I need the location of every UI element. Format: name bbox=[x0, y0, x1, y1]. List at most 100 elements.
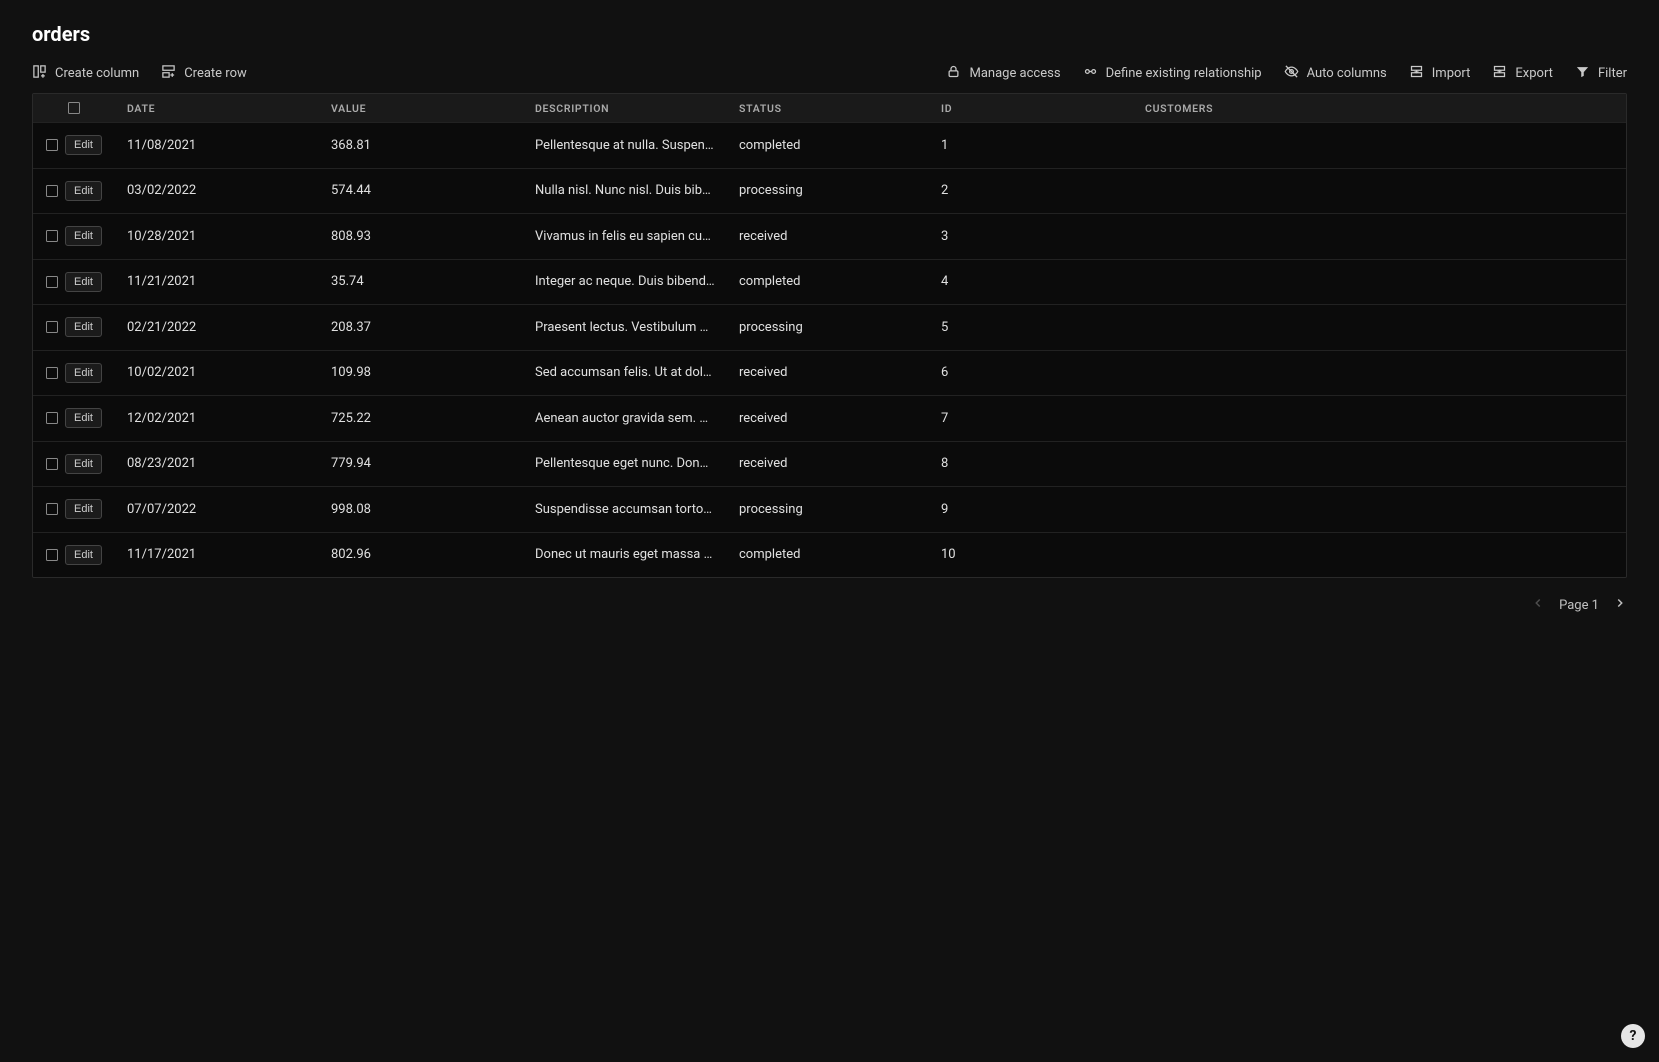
cell-description: Suspendisse accumsan tortor q… bbox=[523, 502, 727, 517]
col-description[interactable]: DESCRIPTION bbox=[523, 102, 727, 115]
manage-access-label: Manage access bbox=[969, 66, 1060, 81]
table-row[interactable]: Edit11/17/2021802.96Donec ut mauris eget… bbox=[33, 532, 1626, 578]
table-row[interactable]: Edit 10/28/2021808.93Vivamus in felis eu … bbox=[33, 213, 1626, 259]
prev-page-button[interactable] bbox=[1531, 596, 1545, 614]
auto-columns-button[interactable]: Auto columns bbox=[1284, 64, 1387, 83]
eye-off-icon bbox=[1284, 64, 1299, 83]
table-row[interactable]: Edit 11/21/202135.74Integer ac neque. Dui… bbox=[33, 259, 1626, 305]
create-column-button[interactable]: Create column bbox=[32, 64, 139, 83]
row-checkbox[interactable] bbox=[46, 321, 58, 333]
table-row[interactable]: Edit03/02/2022574.44Nulla nisl. Nunc nis… bbox=[33, 168, 1626, 214]
filter-button[interactable]: Filter bbox=[1575, 64, 1627, 83]
cell-value: 808.93 bbox=[319, 229, 523, 244]
toolbar-right: Manage access Define existing relationsh… bbox=[946, 64, 1627, 83]
cell-value: 802.96 bbox=[319, 547, 523, 562]
edit-button[interactable]: Edit bbox=[65, 408, 102, 428]
row-checkbox[interactable] bbox=[46, 412, 58, 424]
page-title: orders bbox=[32, 22, 1627, 46]
table-row[interactable]: Edit 02/21/2022208.37Praesent lectus. Ves… bbox=[33, 304, 1626, 350]
cell-description: Vivamus in felis eu sapien cursu… bbox=[523, 229, 727, 244]
edit-button[interactable]: Edit bbox=[65, 135, 102, 155]
cell-value: 779.94 bbox=[319, 456, 523, 471]
create-row-label: Create row bbox=[184, 66, 247, 81]
cell-value: 368.81 bbox=[319, 138, 523, 153]
create-column-label: Create column bbox=[55, 66, 139, 81]
cell-id: 9 bbox=[929, 502, 1133, 517]
page-indicator: Page 1 bbox=[1559, 598, 1599, 613]
cell-date: 07/07/2022 bbox=[115, 502, 319, 517]
cell-id: 8 bbox=[929, 456, 1133, 471]
col-value[interactable]: VALUE bbox=[319, 102, 523, 115]
cell-description: Integer ac neque. Duis bibendu… bbox=[523, 274, 727, 289]
import-icon bbox=[1409, 64, 1424, 83]
cell-id: 3 bbox=[929, 229, 1133, 244]
cell-id: 1 bbox=[929, 138, 1133, 153]
row-checkbox[interactable] bbox=[46, 139, 58, 151]
relationship-icon bbox=[1083, 64, 1098, 83]
edit-button[interactable]: Edit bbox=[65, 545, 102, 565]
table-row[interactable]: Edit12/02/2021725.22Aenean auctor gravid… bbox=[33, 395, 1626, 441]
cell-status: completed bbox=[727, 274, 929, 289]
table-header: DATE VALUE DESCRIPTION STATUS ID CUSTOME… bbox=[33, 94, 1626, 122]
row-checkbox[interactable] bbox=[46, 230, 58, 242]
table-row[interactable]: Edit 07/07/2022998.08Suspendisse accumsan… bbox=[33, 486, 1626, 532]
cell-date: 03/02/2022 bbox=[115, 183, 319, 198]
cell-value: 208.37 bbox=[319, 320, 523, 335]
edit-button[interactable]: Edit bbox=[65, 317, 102, 337]
define-relationship-button[interactable]: Define existing relationship bbox=[1083, 64, 1262, 83]
toolbar-left: Create column Create row bbox=[32, 64, 247, 83]
toolbar: Create column Create row Manage access bbox=[32, 64, 1627, 83]
cell-date: 11/21/2021 bbox=[115, 274, 319, 289]
cell-value: 998.08 bbox=[319, 502, 523, 517]
auto-columns-label: Auto columns bbox=[1307, 66, 1387, 81]
cell-description: Donec ut mauris eget massa te… bbox=[523, 547, 727, 562]
table-row[interactable]: Edit08/23/2021779.94Pellentesque eget nu… bbox=[33, 441, 1626, 487]
cell-status: received bbox=[727, 411, 929, 426]
row-checkbox[interactable] bbox=[46, 185, 58, 197]
cell-value: 574.44 bbox=[319, 183, 523, 198]
add-column-icon bbox=[32, 64, 47, 83]
cell-date: 02/21/2022 bbox=[115, 320, 319, 335]
cell-value: 35.74 bbox=[319, 274, 523, 289]
cell-status: completed bbox=[727, 138, 929, 153]
cell-description: Praesent lectus. Vestibulum qu… bbox=[523, 320, 727, 335]
row-checkbox[interactable] bbox=[46, 549, 58, 561]
cell-status: completed bbox=[727, 547, 929, 562]
edit-button[interactable]: Edit bbox=[65, 363, 102, 383]
edit-button[interactable]: Edit bbox=[65, 499, 102, 519]
import-button[interactable]: Import bbox=[1409, 64, 1471, 83]
edit-button[interactable]: Edit bbox=[65, 454, 102, 474]
col-date[interactable]: DATE bbox=[115, 102, 319, 115]
table-row[interactable]: Edit11/08/2021368.81Pellentesque at null… bbox=[33, 122, 1626, 168]
manage-access-button[interactable]: Manage access bbox=[946, 64, 1060, 83]
row-checkbox[interactable] bbox=[46, 367, 58, 379]
edit-button[interactable]: Edit bbox=[65, 181, 102, 201]
cell-id: 5 bbox=[929, 320, 1133, 335]
cell-date: 12/02/2021 bbox=[115, 411, 319, 426]
cell-id: 6 bbox=[929, 365, 1133, 380]
cell-id: 2 bbox=[929, 183, 1133, 198]
cell-status: received bbox=[727, 365, 929, 380]
cell-date: 10/28/2021 bbox=[115, 229, 319, 244]
col-id[interactable]: ID bbox=[929, 102, 1133, 115]
export-button[interactable]: Export bbox=[1492, 64, 1553, 83]
next-page-button[interactable] bbox=[1613, 596, 1627, 614]
export-icon bbox=[1492, 64, 1507, 83]
col-status[interactable]: STATUS bbox=[727, 102, 929, 115]
cell-description: Pellentesque eget nunc. Donec … bbox=[523, 456, 727, 471]
edit-button[interactable]: Edit bbox=[65, 226, 102, 246]
col-customers[interactable]: CUSTOMERS bbox=[1133, 102, 1626, 115]
row-checkbox[interactable] bbox=[46, 458, 58, 470]
create-row-button[interactable]: Create row bbox=[161, 64, 247, 83]
orders-table: DATE VALUE DESCRIPTION STATUS ID CUSTOME… bbox=[32, 93, 1627, 578]
cell-description: Aenean auctor gravida sem. Pra… bbox=[523, 411, 727, 426]
row-checkbox[interactable] bbox=[46, 276, 58, 288]
select-all-checkbox[interactable] bbox=[68, 102, 80, 114]
help-button[interactable]: ? bbox=[1621, 1024, 1645, 1048]
table-row[interactable]: Edit10/02/2021109.98Sed accumsan felis. … bbox=[33, 350, 1626, 396]
add-row-icon bbox=[161, 64, 176, 83]
import-label: Import bbox=[1432, 66, 1471, 81]
filter-icon bbox=[1575, 64, 1590, 83]
edit-button[interactable]: Edit bbox=[65, 272, 102, 292]
row-checkbox[interactable] bbox=[46, 503, 58, 515]
